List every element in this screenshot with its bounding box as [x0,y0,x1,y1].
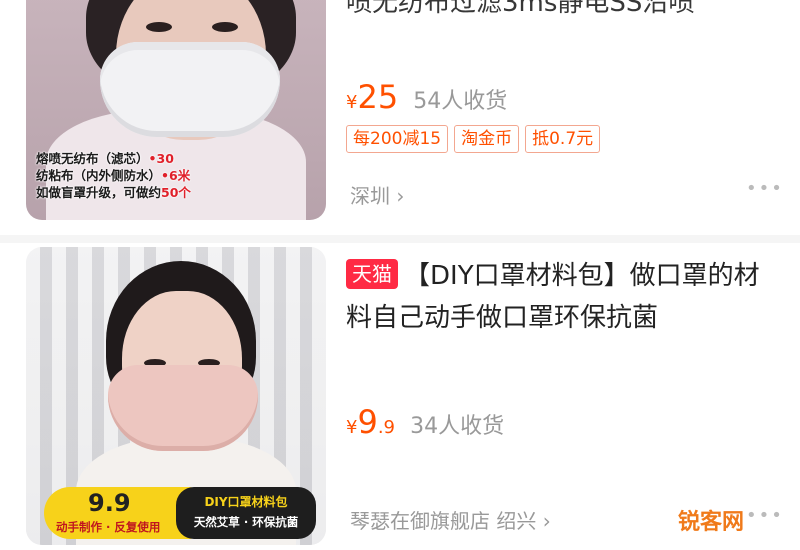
image-caption-highlight: •6米 [161,168,191,183]
price-row: ¥9.9 34人收货 [346,403,504,441]
image-tag-title: DIY口罩材料包 [204,495,288,509]
promo-tag-coin: 淘金币 [454,125,520,153]
more-options-icon[interactable]: ••• [746,505,784,526]
product-title[interactable]: 喷无纺布过滤3ms静电SS沿喷 [346,0,776,22]
product-image[interactable]: 9.9 动手制作 · 反复使用 DIY口罩材料包 天然艾草 · 环保抗菌 [26,247,326,545]
shop-location-link[interactable]: 琴瑟在御旗舰店 绍兴 › [350,505,551,534]
image-product-tag: DIY口罩材料包 天然艾草 · 环保抗菌 [176,487,316,539]
image-caption-highlight: 50个 [161,185,191,200]
image-price-subtitle: 动手制作 · 反复使用 [56,520,161,534]
currency-symbol: ¥ [346,92,358,113]
image-caption-line: 如做盲罩升级，可做约50个 [36,182,191,201]
image-eye [212,22,238,32]
image-caption-text: 如做盲罩升级，可做约 [36,185,162,200]
price-decimal: .9 [377,417,395,438]
image-caption-text: 纺粘布（内外侧防水） [36,168,162,183]
product-image[interactable]: 熔喷无纺布（滤芯）•30 纺粘布（内外侧防水）•6米 如做盲罩升级，可做约50个 [26,0,326,220]
sold-count: 34人收货 [410,414,505,439]
image-tag-subtitle: 天然艾草 · 环保抗菌 [193,515,299,529]
image-caption-text: 熔喷无纺布（滤芯） [36,151,149,166]
product-card[interactable]: 熔喷无纺布（滤芯）•30 纺粘布（内外侧防水）•6米 如做盲罩升级，可做约50个… [0,0,800,235]
product-title[interactable]: 天猫 【DIY口罩材料包】做口罩的材料自己动手做口罩环保抗菌 [346,255,776,339]
product-list: 熔喷无纺布（滤芯）•30 纺粘布（内外侧防水）•6米 如做盲罩升级，可做约50个… [0,0,800,550]
image-caption-highlight: •30 [148,151,174,166]
tmall-badge: 天猫 [346,259,398,289]
image-mask [100,42,280,137]
watermark-logo: 锐客网 [678,510,745,535]
shop-location-link[interactable]: 深圳 › [350,180,404,209]
currency-symbol: ¥ [346,417,358,438]
price-row: ¥25 54人收货 [346,78,507,116]
image-eye [146,22,172,32]
sold-count: 54人收货 [413,89,508,114]
product-title-text: 【DIY口罩材料包】做口罩的材料自己动手做口罩环保抗菌 [346,261,760,333]
image-price: 9.9 [88,489,131,517]
image-price-tag: 9.9 动手制作 · 反复使用 [44,487,194,539]
price-value: 9 [357,403,378,441]
promo-tag-deduct: 抵0.7元 [525,125,601,153]
promo-tags: 每200减15 淘金币 抵0.7元 [346,125,606,153]
promo-tag-discount: 每200减15 [346,125,449,153]
image-mask [108,365,258,451]
more-options-icon[interactable]: ••• [746,178,784,199]
price-value: 25 [357,78,399,116]
